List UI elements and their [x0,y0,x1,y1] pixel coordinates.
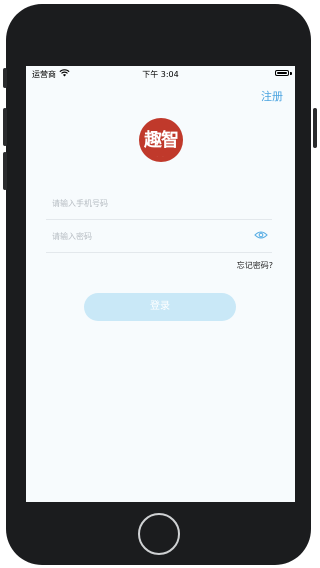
mute-switch [3,68,7,88]
password-field [46,220,272,253]
power-button [313,108,317,148]
status-bar: 运营商 下午 3:04 [26,66,295,82]
app-logo: 趣智 · · [139,118,183,162]
logo-text: 趣智 [144,130,179,151]
logo-subtext-mark: · · [156,154,166,158]
phone-field [46,187,272,220]
volume-down-button [3,152,7,190]
phone-input[interactable] [52,195,242,211]
home-button[interactable] [138,513,180,555]
app-screen: 运营商 下午 3:04 注册 趣智 · · 忘记密码? 登录 [26,66,295,502]
eye-icon[interactable] [254,230,268,240]
battery-icon [275,70,289,76]
battery-level [277,72,287,74]
forgot-password-link[interactable]: 忘记密码? [237,260,273,271]
volume-up-button [3,108,7,146]
login-button[interactable]: 登录 [84,293,236,321]
battery-tip [290,72,292,75]
register-link[interactable]: 注册 [261,88,283,104]
password-input[interactable] [52,228,242,244]
clock: 下午 3:04 [142,70,179,79]
